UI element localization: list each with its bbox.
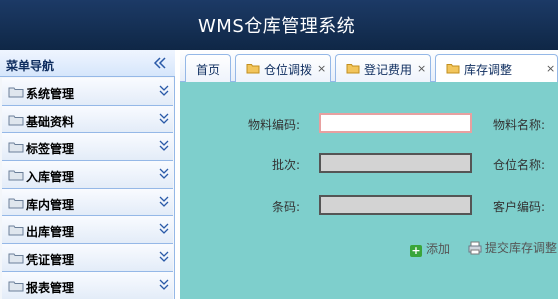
sidebar-item-label: 基础资料 xyxy=(26,114,75,129)
folder-icon xyxy=(8,198,24,209)
sidebar-item-label: 出库管理 xyxy=(26,225,75,240)
batch-label: 批次: xyxy=(272,158,301,172)
sidebar-item-reports[interactable]: 报表管理 xyxy=(2,271,173,299)
sidebar-item-vouchers[interactable]: 凭证管理 xyxy=(2,244,173,272)
tabs-bar: 首页 仓位调拨 × 登记费用 × 库存调整 × xyxy=(180,50,558,83)
tab-label: 仓位调拨 xyxy=(264,63,313,77)
chevron-down-icon xyxy=(159,168,169,179)
folder-icon xyxy=(246,64,260,74)
folder-icon xyxy=(8,87,24,98)
chevron-down-icon xyxy=(159,223,169,235)
tab-home[interactable]: 首页 xyxy=(185,54,231,82)
barcode-label: 条码: xyxy=(272,200,301,214)
material-name-label: 物料名称: xyxy=(493,118,546,132)
collapse-left-icon[interactable] xyxy=(152,55,168,71)
folder-icon xyxy=(346,64,360,74)
sidebar-item-labels[interactable]: 标签管理 xyxy=(2,133,173,162)
tab-bin-transfer[interactable]: 仓位调拨 × xyxy=(235,54,331,82)
close-icon[interactable]: × xyxy=(546,62,555,75)
chevron-down-icon xyxy=(159,113,169,124)
content-area: 物料编码: 物料名称: 批次: 仓位名称: 条码: 客户编码: + 添加 提交库存… xyxy=(180,82,558,299)
folder-icon xyxy=(8,281,24,292)
sidebar-item-label: 入库管理 xyxy=(26,170,75,185)
app-title: WMS仓库管理系统 xyxy=(198,16,356,37)
folder-icon xyxy=(8,253,24,264)
sidebar-item-basic-data[interactable]: 基础资料 xyxy=(2,105,173,134)
folder-icon xyxy=(446,64,460,74)
chevron-down-icon xyxy=(159,140,169,152)
tab-label: 首页 xyxy=(196,63,221,77)
sidebar-item-label: 标签管理 xyxy=(26,142,75,157)
sidebar-item-outbound[interactable]: 出库管理 xyxy=(2,216,173,245)
material-code-label: 物料编码: xyxy=(248,118,301,132)
sidebar-item-system[interactable]: 系统管理 xyxy=(2,78,173,106)
add-button[interactable]: + 添加 xyxy=(410,240,450,257)
submit-button-label: 提交库存调整 xyxy=(485,241,558,255)
tab-label: 登记费用 xyxy=(364,63,413,77)
sidebar-title: 菜单导航 xyxy=(6,59,55,73)
batch-input[interactable] xyxy=(319,153,472,173)
sidebar-header: 菜单导航 xyxy=(0,50,175,77)
barcode-input[interactable] xyxy=(319,195,472,215)
chevron-down-icon xyxy=(159,279,169,290)
material-code-input[interactable] xyxy=(319,113,472,133)
chevron-down-icon xyxy=(159,251,169,263)
folder-icon xyxy=(8,170,24,181)
printer-icon xyxy=(468,241,482,255)
chevron-down-icon xyxy=(159,85,169,96)
add-button-label: 添加 xyxy=(426,242,451,256)
sidebar-item-label: 凭证管理 xyxy=(26,253,75,268)
close-icon[interactable]: × xyxy=(417,62,426,75)
sidebar: 菜单导航 系统管理 基础资料 标签管理 入库管理 库内管理 出库管理 凭证管理 … xyxy=(0,50,175,299)
sidebar-item-label: 库内管理 xyxy=(26,197,75,212)
app-header: WMS仓库管理系统 xyxy=(0,0,558,50)
sidebar-item-inbound[interactable]: 入库管理 xyxy=(2,161,173,189)
tab-label: 库存调整 xyxy=(464,63,513,77)
submit-stock-adjust-button[interactable]: 提交库存调整 xyxy=(468,239,557,256)
folder-icon xyxy=(8,142,24,153)
customer-code-label: 客户编码: xyxy=(493,200,546,214)
chevron-down-icon xyxy=(159,196,169,207)
sidebar-item-label: 报表管理 xyxy=(26,280,75,295)
sidebar-item-in-warehouse[interactable]: 库内管理 xyxy=(2,188,173,217)
tab-register-fees[interactable]: 登记费用 × xyxy=(335,54,431,82)
plus-icon: + xyxy=(410,244,422,257)
sidebar-menu: 系统管理 基础资料 标签管理 入库管理 库内管理 出库管理 凭证管理 报表管理 xyxy=(2,78,173,299)
close-icon[interactable]: × xyxy=(317,62,326,75)
folder-icon xyxy=(8,225,24,236)
bin-name-label: 仓位名称: xyxy=(493,158,546,172)
tab-stock-adjust[interactable]: 库存调整 × xyxy=(435,54,558,83)
folder-icon xyxy=(8,115,24,126)
sidebar-item-label: 系统管理 xyxy=(26,87,75,101)
